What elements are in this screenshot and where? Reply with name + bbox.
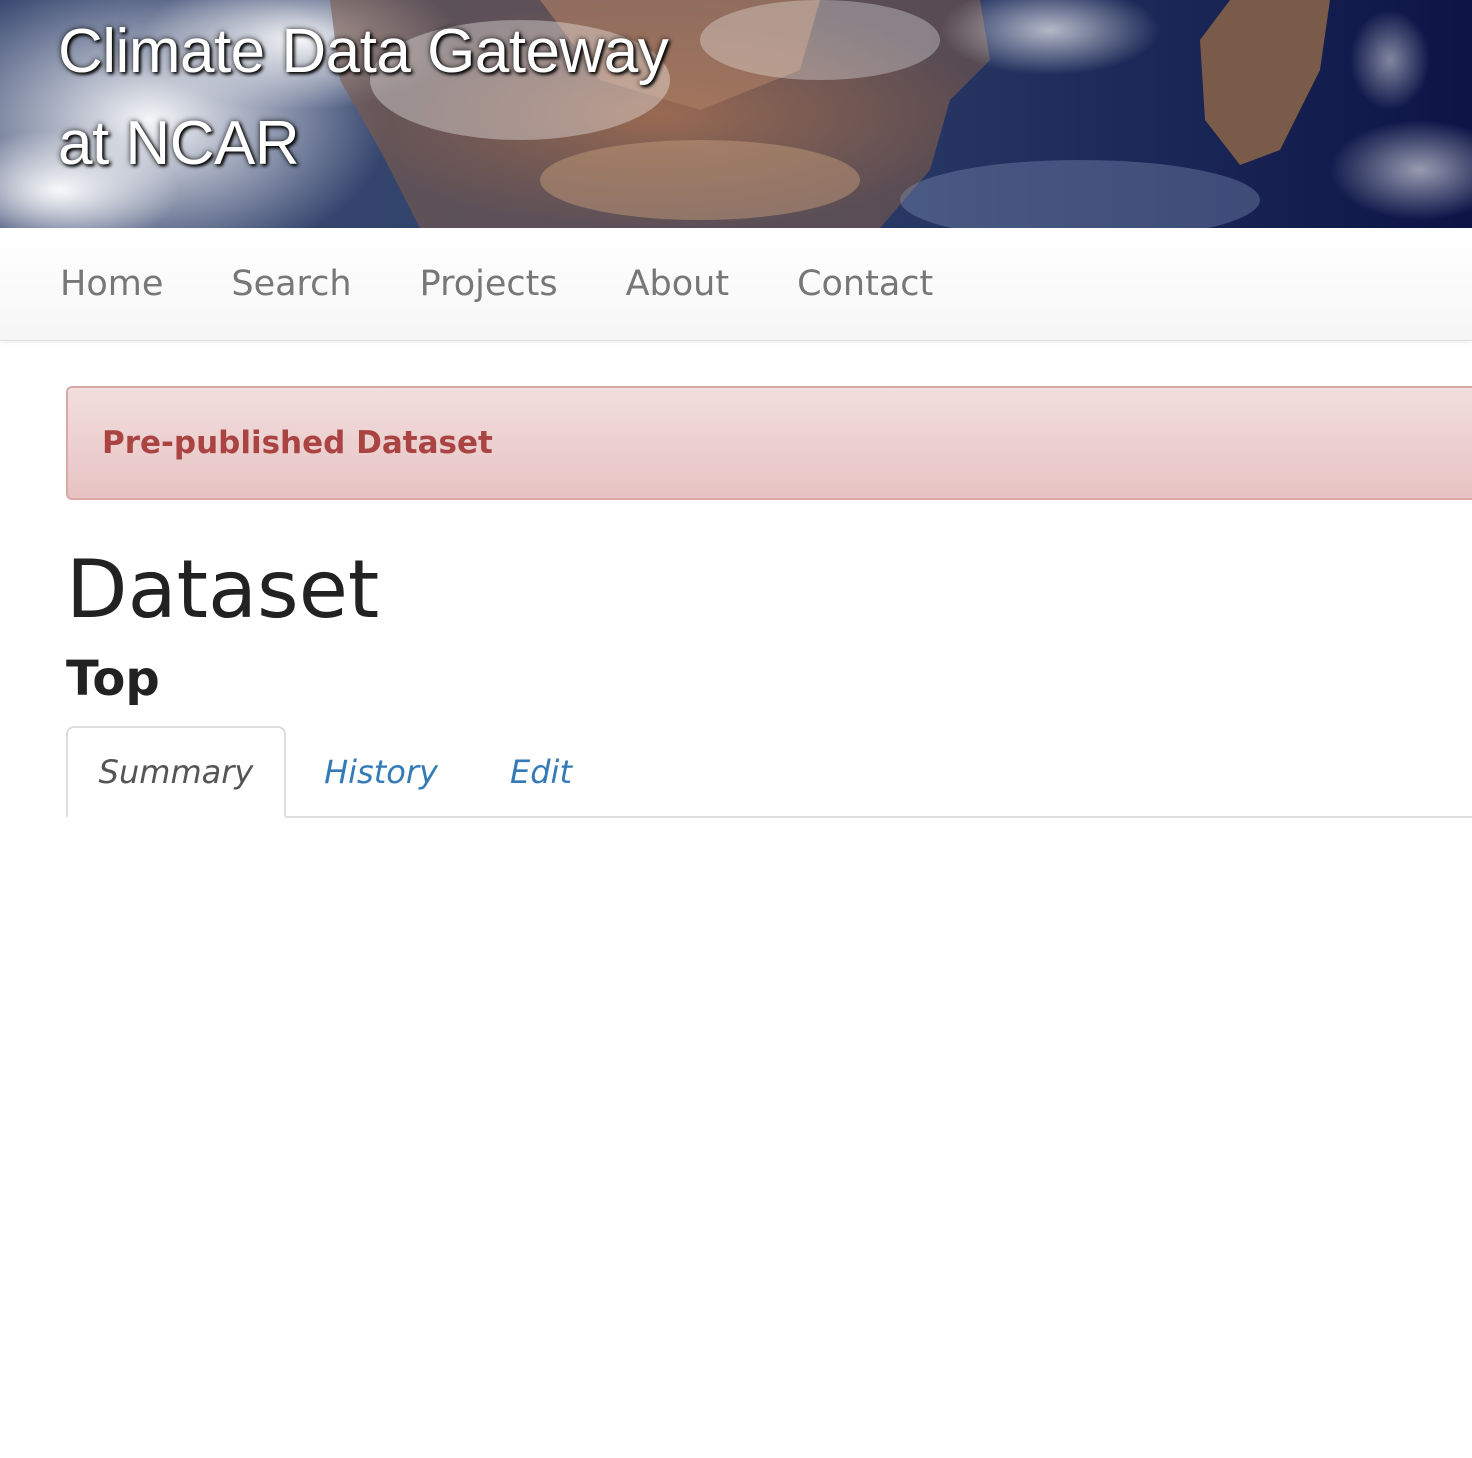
section-title: Top [66, 651, 160, 707]
nav-home-link[interactable]: Home [26, 264, 197, 304]
nav-about-link[interactable]: About [592, 264, 763, 304]
site-title-line2: at NCAR [58, 109, 300, 178]
dataset-tabs: Summary History Edit [66, 726, 1472, 818]
nav-projects-link[interactable]: Projects [386, 264, 592, 304]
site-title-line1: Climate Data Gateway [58, 17, 669, 86]
tab-history[interactable]: History [306, 726, 456, 818]
site-title[interactable]: Climate Data Gateway at NCAR [58, 6, 669, 190]
site-banner: Climate Data Gateway at NCAR [0, 0, 1472, 228]
main-navbar: Home Search Projects About Contact [0, 228, 1472, 341]
tab-edit[interactable]: Edit [486, 726, 596, 818]
tab-summary[interactable]: Summary [66, 726, 286, 818]
alert-text: Pre-published Dataset [102, 425, 493, 461]
nav-search-link[interactable]: Search [197, 264, 385, 304]
page-title: Dataset [66, 543, 380, 636]
nav-contact-link[interactable]: Contact [763, 264, 967, 304]
pre-published-alert: Pre-published Dataset [66, 386, 1472, 500]
